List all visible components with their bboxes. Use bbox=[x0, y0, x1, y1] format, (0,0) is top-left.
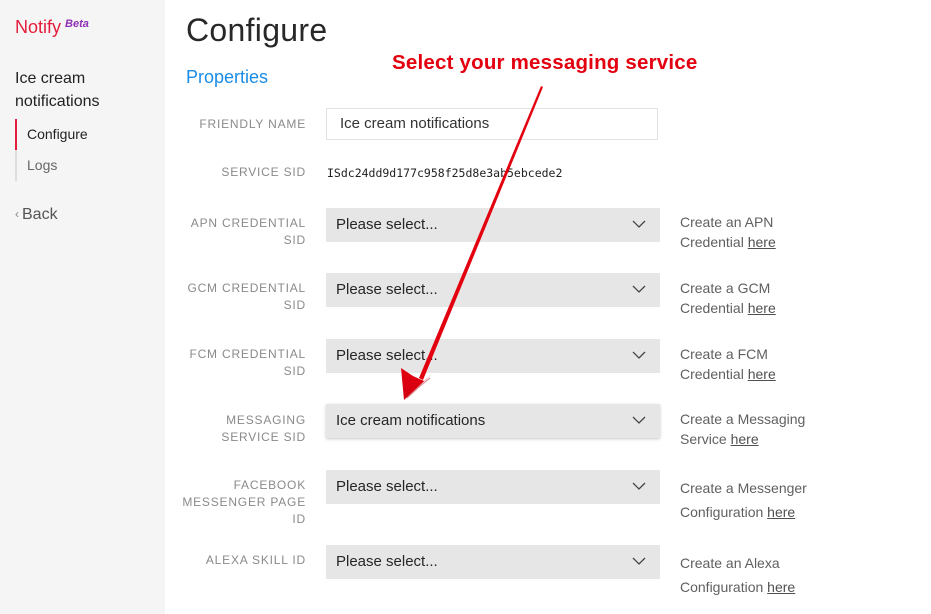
messaging-service-selected: Ice cream notifications bbox=[336, 412, 486, 429]
apn-credential-label: APN CREDENTIAL SID bbox=[190, 216, 306, 247]
gcm-credential-label: GCM CREDENTIAL SID bbox=[187, 281, 306, 312]
facebook-messenger-selected: Please select... bbox=[336, 478, 438, 495]
gcm-credential-selected: Please select... bbox=[336, 281, 438, 298]
messaging-service-select[interactable]: Ice cream notifications bbox=[326, 404, 660, 438]
back-label: Back bbox=[22, 206, 58, 223]
alexa-skill-create-link[interactable]: here bbox=[767, 579, 795, 595]
page-title: Configure bbox=[186, 12, 328, 48]
sidebar-item-configure[interactable]: Configure bbox=[15, 119, 155, 150]
messaging-service-help: Create a Messaging Service here bbox=[680, 410, 880, 449]
gcm-credential-select[interactable]: Please select... bbox=[326, 273, 660, 307]
beta-badge: Beta bbox=[65, 18, 89, 30]
alexa-skill-help: Create an Alexa Configuration here bbox=[680, 551, 880, 599]
fcm-credential-help: Create a FCM Credential here bbox=[680, 345, 880, 384]
fcm-credential-label: FCM CREDENTIAL SID bbox=[189, 347, 306, 378]
facebook-messenger-select[interactable]: Please select... bbox=[326, 470, 660, 504]
service-sid-value: ISdc24dd9d177c958f25d8e3ab5ebcede2 bbox=[327, 166, 563, 180]
service-name: Ice cream notifications bbox=[15, 70, 100, 110]
fcm-credential-select[interactable]: Please select... bbox=[326, 339, 660, 373]
sidebar-nav: Configure Logs bbox=[15, 119, 155, 181]
apn-credential-selected: Please select... bbox=[336, 216, 438, 233]
alexa-skill-label: ALEXA SKILL ID bbox=[205, 553, 306, 567]
messaging-service-create-link[interactable]: here bbox=[731, 431, 759, 447]
friendly-name-input[interactable]: Ice cream notifications bbox=[326, 108, 658, 140]
sidebar: Notify Beta Ice cream notifications Confi… bbox=[0, 0, 165, 614]
gcm-credential-help: Create a GCM Credential here bbox=[680, 279, 880, 318]
facebook-messenger-label: FACEBOOK MESSENGER PAGE ID bbox=[182, 478, 306, 526]
facebook-messenger-help: Create a Messenger Configuration here bbox=[680, 476, 880, 524]
chevron-down-icon bbox=[632, 482, 646, 490]
chevron-down-icon bbox=[632, 351, 646, 359]
sidebar-item-logs[interactable]: Logs bbox=[15, 150, 155, 181]
chevron-down-icon bbox=[632, 285, 646, 293]
brand-name: Notify bbox=[15, 17, 62, 37]
brand-logo[interactable]: Notify Beta bbox=[15, 17, 89, 38]
chevron-left-icon: ‹ bbox=[15, 207, 19, 221]
service-sid-label: SERVICE SID bbox=[221, 165, 306, 179]
annotation-text: Select your messaging service bbox=[392, 51, 698, 74]
messaging-service-label: MESSAGING SERVICE SID bbox=[221, 413, 306, 444]
apn-credential-select[interactable]: Please select... bbox=[326, 208, 660, 242]
apn-credential-help: Create an APN Credential here bbox=[680, 213, 880, 252]
chevron-down-icon bbox=[632, 220, 646, 228]
chevron-down-icon bbox=[632, 557, 646, 565]
friendly-name-label: FRIENDLY NAME bbox=[199, 117, 306, 131]
fcm-credential-create-link[interactable]: here bbox=[748, 366, 776, 382]
alexa-skill-select[interactable]: Please select... bbox=[326, 545, 660, 579]
back-link[interactable]: ‹ Back bbox=[15, 206, 58, 224]
facebook-messenger-create-link[interactable]: here bbox=[767, 504, 795, 520]
apn-credential-create-link[interactable]: here bbox=[748, 234, 776, 250]
alexa-skill-selected: Please select... bbox=[336, 553, 438, 570]
fcm-credential-selected: Please select... bbox=[336, 347, 438, 364]
section-title: Properties bbox=[186, 67, 269, 87]
chevron-down-icon bbox=[632, 416, 646, 424]
alexa-skill-help-text: Create an Alexa Configuration bbox=[680, 555, 780, 595]
gcm-credential-create-link[interactable]: here bbox=[748, 300, 776, 316]
